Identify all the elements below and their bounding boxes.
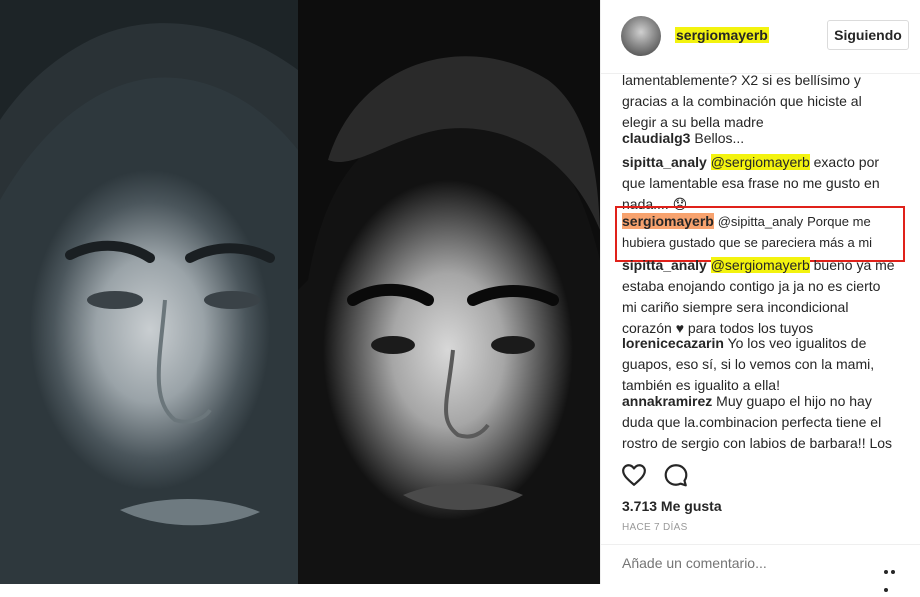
comment-sergiomayerb: sergiomayerb @sipitta_analy Porque me hu… <box>622 213 873 250</box>
post-image[interactable] <box>0 0 600 584</box>
more-options-icon[interactable] <box>884 561 904 592</box>
like-count[interactable]: 3.713 Me gusta <box>622 498 722 514</box>
post-timestamp[interactable]: HACE 7 DÍAS <box>622 522 688 533</box>
comment-text: bueno ya me <box>813 257 895 273</box>
comment-footer <box>601 544 920 592</box>
comments-list[interactable]: lamentablemente? X2 si es bellísimo y gr… <box>601 74 920 454</box>
comment-claudialg3: claudialg3 Bellos... <box>622 128 910 149</box>
comment-continuation: lamentablemente? X2 si es bellísimo y gr… <box>622 74 862 130</box>
post-header: sergiomayerb Siguiendo <box>601 0 920 74</box>
portrait-right <box>298 0 600 584</box>
comment-text: Muy guapo el hijo no hay <box>716 393 872 409</box>
add-comment-input[interactable] <box>622 555 852 571</box>
instagram-post: sergiomayerb Siguiendo lamentablemente? … <box>0 0 920 592</box>
comment-username[interactable]: annakramirez <box>622 393 712 409</box>
comment-lorenicecazarin: lorenicecazarin Yo los veo igualitos de … <box>622 335 875 393</box>
comment-mention[interactable]: @sergiomayerb <box>710 257 810 273</box>
comment-text: exacto por <box>813 154 880 170</box>
comment-mention[interactable]: @sergiomayerb <box>710 154 810 170</box>
comment-text: Bellos... <box>694 130 745 146</box>
comment-text: Porque me <box>807 214 871 229</box>
comment-username[interactable]: claudialg3 <box>622 130 690 146</box>
comment-username[interactable]: sergiomayerb <box>622 213 714 229</box>
comment-annakramirez: annakramirez Muy guapo el hijo no hay du… <box>622 393 893 451</box>
heart-icon[interactable] <box>621 462 647 488</box>
author-avatar[interactable] <box>621 16 661 56</box>
post-sidebar: sergiomayerb Siguiendo lamentablemente? … <box>600 0 920 592</box>
comment-bubble-icon[interactable] <box>663 462 689 488</box>
comment-username[interactable]: sipitta_analy <box>622 154 707 170</box>
comment-username[interactable]: sipitta_analy <box>622 257 707 273</box>
comment-sipitta-analy-2: sipitta_analy @sergiomayerb bueno ya me … <box>622 257 895 336</box>
comment-username[interactable]: lorenicecazarin <box>622 335 724 351</box>
portrait-left <box>0 0 298 584</box>
comment-mention[interactable]: @sipitta_analy <box>718 214 803 229</box>
following-button[interactable]: Siguiendo <box>827 20 909 50</box>
comment-text: Yo los veo igualitos de <box>727 335 867 351</box>
author-username[interactable]: sergiomayerb <box>675 27 769 43</box>
